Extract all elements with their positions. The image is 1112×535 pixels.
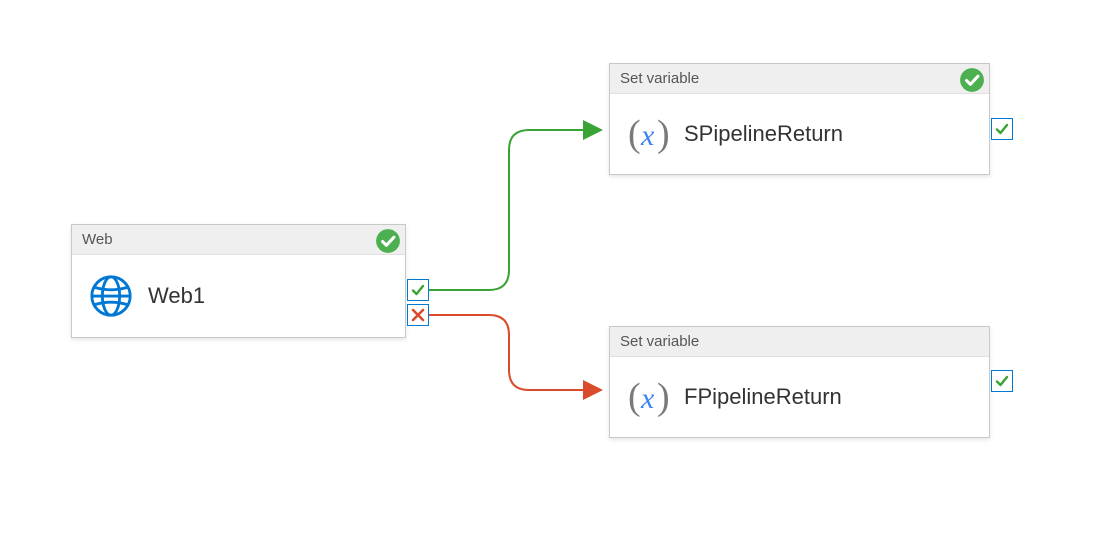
activity-set-variable-f[interactable]: Set variable ( x ) FPipelineReturn <box>609 326 990 438</box>
success-port[interactable] <box>407 279 429 301</box>
activity-set-variable-s[interactable]: Set variable ( x ) SPipelineReturn <box>609 63 990 175</box>
activity-body: ( x ) FPipelineReturn <box>610 357 989 437</box>
status-success-icon <box>959 67 985 93</box>
svg-text:): ) <box>657 113 670 155</box>
activity-header: Set variable <box>610 64 989 94</box>
activity-body: Web1 <box>72 255 405 337</box>
activity-name-label: FPipelineReturn <box>684 384 842 410</box>
activity-web[interactable]: Web Web1 <box>71 224 406 338</box>
activity-type-label: Web <box>82 231 113 248</box>
globe-icon <box>88 273 134 319</box>
variable-icon: ( x ) <box>626 375 670 419</box>
success-port[interactable] <box>991 370 1013 392</box>
svg-text:(: ( <box>628 113 641 155</box>
activity-name-label: SPipelineReturn <box>684 121 843 147</box>
svg-text:(: ( <box>628 376 641 418</box>
activity-header: Web <box>72 225 405 255</box>
activity-type-label: Set variable <box>620 333 699 350</box>
activity-header: Set variable <box>610 327 989 357</box>
connector-success <box>429 120 619 300</box>
status-success-icon <box>375 228 401 254</box>
activity-name-label: Web1 <box>148 283 205 309</box>
svg-text:): ) <box>657 376 670 418</box>
variable-icon: ( x ) <box>626 112 670 156</box>
success-port[interactable] <box>991 118 1013 140</box>
activity-body: ( x ) SPipelineReturn <box>610 94 989 174</box>
svg-text:x: x <box>640 382 655 415</box>
activity-type-label: Set variable <box>620 70 699 87</box>
svg-text:x: x <box>640 119 655 152</box>
failure-port[interactable] <box>407 304 429 326</box>
connector-failure <box>429 310 619 400</box>
